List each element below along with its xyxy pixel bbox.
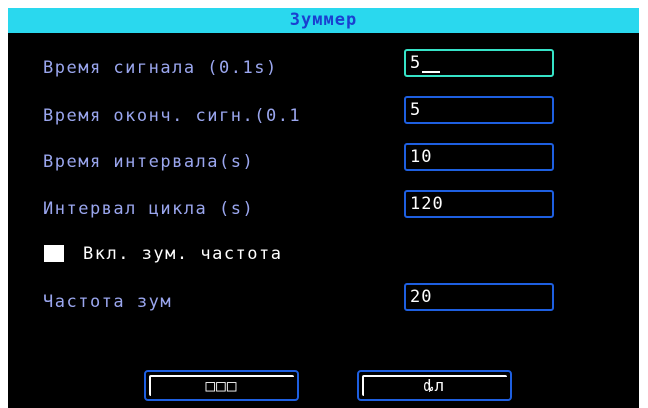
buzzer-frequency-checkbox-label: Вкл. зум. частота xyxy=(83,244,283,264)
text-cursor xyxy=(422,71,440,73)
signal-time-label: Время сигнала (0.1s) xyxy=(43,58,278,78)
signal-time-input[interactable]: 5 xyxy=(404,49,554,77)
cycle-interval-label: Интервал цикла (s) xyxy=(43,199,255,219)
cancel-button-label: ȡл xyxy=(423,376,446,395)
dialog-title: Зуммер xyxy=(289,10,358,30)
ok-button-label: □□□ xyxy=(205,376,238,395)
title-bar: Зуммер xyxy=(8,8,639,33)
signal-time-value: 5 xyxy=(410,53,422,73)
buzzer-frequency-label: Частота зум xyxy=(43,292,173,312)
buzzer-dialog: Зуммер Время сигнала (0.1s) 5 Время окон… xyxy=(8,8,639,408)
interval-time-label: Время интервала(s) xyxy=(43,152,255,172)
signal-end-time-input[interactable]: 5 xyxy=(404,96,554,124)
interval-time-value: 10 xyxy=(410,147,433,167)
buzzer-frequency-input[interactable]: 20 xyxy=(404,283,554,311)
cycle-interval-value: 120 xyxy=(410,194,444,214)
interval-time-input[interactable]: 10 xyxy=(404,143,554,171)
signal-end-time-value: 5 xyxy=(410,100,422,120)
buzzer-frequency-checkbox[interactable] xyxy=(44,245,64,262)
ok-button[interactable]: □□□ xyxy=(144,370,299,401)
cycle-interval-input[interactable]: 120 xyxy=(404,190,554,218)
cancel-button[interactable]: ȡл xyxy=(357,370,512,401)
signal-end-time-label: Время оконч. сигн.(0.1 xyxy=(43,106,302,126)
buzzer-frequency-value: 20 xyxy=(410,287,433,307)
